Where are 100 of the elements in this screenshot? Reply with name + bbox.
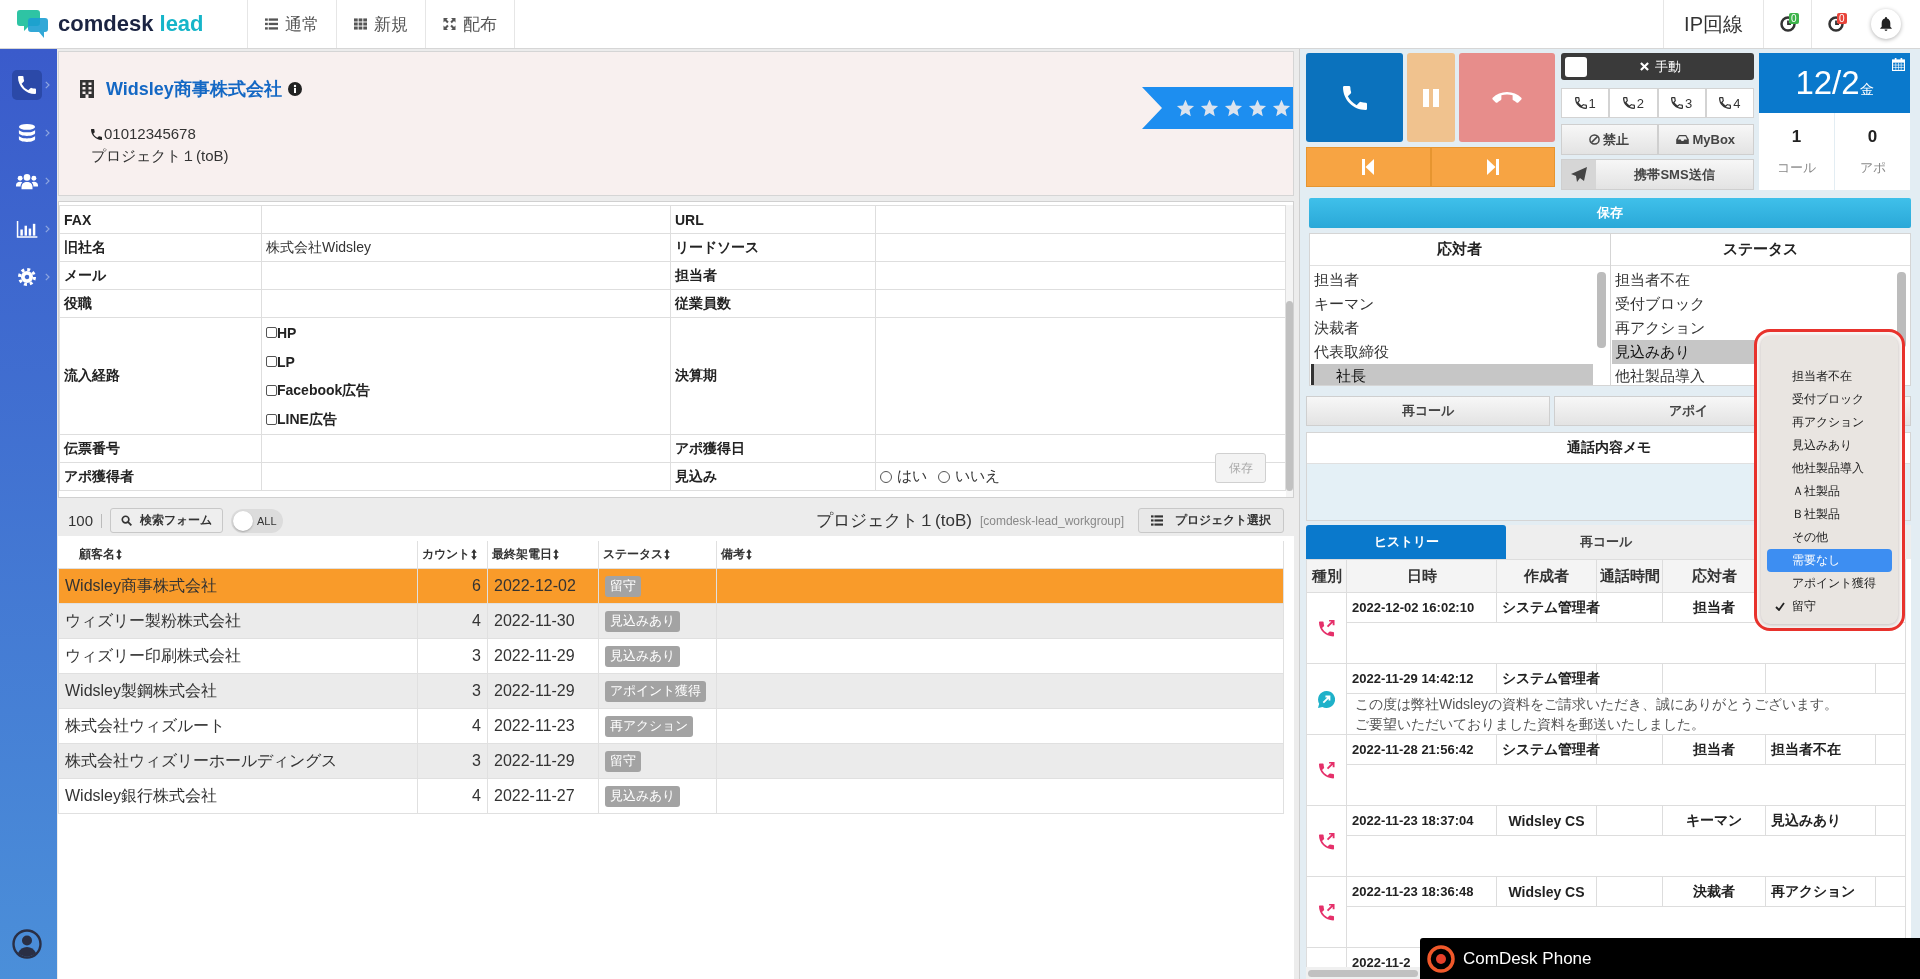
line-button[interactable]: 4 bbox=[1705, 88, 1754, 118]
user-avatar-icon[interactable] bbox=[12, 929, 42, 959]
mybox-button[interactable]: MyBox bbox=[1657, 124, 1754, 155]
list-option[interactable]: 担当者不在 bbox=[1611, 268, 1893, 292]
list-option[interactable]: 決裁者 bbox=[1311, 316, 1593, 340]
field-label: アポ獲得者 bbox=[59, 462, 262, 491]
bar-chart-icon bbox=[16, 220, 38, 238]
notification-button[interactable] bbox=[1871, 9, 1901, 39]
menu-item[interactable]: 見込みあり bbox=[1767, 434, 1892, 457]
status-badge: 留守 bbox=[605, 750, 641, 772]
project-title: プロジェクト１(toB) bbox=[816, 510, 972, 532]
action-button[interactable]: 再コール bbox=[1306, 396, 1550, 426]
table-cell: 株式会社ウィズリーホールディングス bbox=[58, 743, 418, 779]
table-cell: Widsley商事株式会社 bbox=[58, 568, 418, 604]
list-option[interactable]: キーマン bbox=[1311, 292, 1593, 316]
sort-icon[interactable] bbox=[553, 549, 559, 560]
block-button[interactable]: 禁止 bbox=[1561, 124, 1658, 155]
phone-widget-bar[interactable]: ComDesk Phone bbox=[1420, 938, 1920, 979]
sort-icon[interactable] bbox=[471, 549, 477, 560]
manual-toggle[interactable]: 手動 bbox=[1561, 53, 1754, 80]
ring-logo-icon bbox=[1427, 944, 1455, 973]
checkbox-label: LINE広告 bbox=[277, 410, 337, 429]
call-button[interactable] bbox=[1306, 53, 1403, 142]
column-header[interactable]: カウント bbox=[422, 546, 470, 563]
scrollbar[interactable] bbox=[1306, 967, 1420, 979]
radio-label: はい bbox=[897, 467, 927, 486]
sort-icon[interactable] bbox=[664, 549, 670, 560]
table-row[interactable]: Widsley銀行株式会社 4 2022-11-27 見込みあり bbox=[58, 778, 1284, 814]
scrollbar[interactable] bbox=[1286, 205, 1293, 497]
gear-icon bbox=[18, 268, 36, 286]
table-cell: ウィズリー印刷株式会社 bbox=[58, 638, 418, 674]
line-button[interactable]: 1 bbox=[1561, 88, 1610, 118]
sidebar-item[interactable] bbox=[12, 70, 42, 100]
list-option[interactable]: 代表取締役 bbox=[1311, 340, 1593, 364]
column-header[interactable]: 最終架電日 bbox=[492, 546, 552, 563]
radio-button[interactable] bbox=[880, 470, 892, 483]
count-badge: 0 bbox=[1789, 13, 1799, 24]
table-cell: 3 bbox=[417, 638, 488, 674]
project-select-button[interactable]: プロジェクト選択 bbox=[1138, 508, 1284, 533]
outgoing-call-icon bbox=[1318, 619, 1335, 637]
list-option[interactable]: 社長 bbox=[1311, 364, 1593, 385]
all-toggle[interactable]: ALL bbox=[231, 508, 284, 533]
table-row[interactable]: 株式会社ウィズリーホールディングス 3 2022-11-29 留守 bbox=[58, 743, 1284, 779]
table-cell: 2022-12-02 bbox=[487, 568, 599, 604]
company-name-link[interactable]: Widsley商事株式会社 bbox=[106, 77, 282, 101]
star-icon[interactable] bbox=[1176, 99, 1195, 117]
checkbox[interactable] bbox=[266, 356, 277, 367]
info-icon[interactable] bbox=[287, 82, 302, 96]
checkbox[interactable] bbox=[266, 414, 277, 425]
list-option[interactable]: 受付ブロック bbox=[1611, 292, 1893, 316]
nav-link[interactable]: 通常 bbox=[247, 0, 336, 48]
logo-icon bbox=[17, 10, 48, 38]
column-header[interactable]: 備考 bbox=[721, 546, 745, 563]
menu-item[interactable]: アポイント獲得 bbox=[1767, 572, 1892, 595]
menu-item[interactable]: 留守 bbox=[1767, 595, 1892, 618]
radio-label: いいえ bbox=[955, 467, 1000, 486]
table-row[interactable]: Widsley製鋼株式会社 3 2022-11-29 アポイント獲得 bbox=[58, 673, 1284, 709]
star-icon[interactable] bbox=[1224, 99, 1243, 117]
menu-item[interactable]: Ｂ社製品 bbox=[1767, 503, 1892, 526]
checkbox[interactable] bbox=[266, 385, 277, 396]
line-button[interactable]: 2 bbox=[1609, 88, 1658, 118]
memo-line: この度は弊社Widsleyの資料をご請求いただき、誠にありがとうございます。 bbox=[1355, 695, 1839, 714]
star-icon[interactable] bbox=[1248, 99, 1267, 117]
project-name: プロジェクト１(toB) bbox=[91, 146, 230, 166]
menu-item[interactable]: その他 bbox=[1767, 526, 1892, 549]
checkbox-label: HP bbox=[277, 324, 297, 341]
table-row[interactable]: ウィズリー印刷株式会社 3 2022-11-29 見込みあり bbox=[58, 638, 1284, 674]
table-row[interactable]: Widsley商事株式会社 6 2022-12-02 留守 bbox=[58, 568, 1284, 604]
table-cell: 3 bbox=[417, 743, 488, 779]
calendar-icon[interactable] bbox=[1892, 58, 1905, 71]
star-icon[interactable] bbox=[1200, 99, 1219, 117]
skip-forward-icon bbox=[1486, 159, 1499, 175]
radio-button[interactable] bbox=[938, 470, 950, 483]
search-icon bbox=[121, 515, 133, 526]
menu-item[interactable]: Ａ社製品 bbox=[1767, 480, 1892, 503]
phone-icon bbox=[1574, 97, 1587, 109]
menu-item[interactable]: 担当者不在 bbox=[1767, 365, 1892, 388]
pause-icon bbox=[1423, 88, 1439, 107]
list-icon bbox=[1151, 515, 1163, 526]
sort-icon[interactable] bbox=[115, 549, 122, 560]
checkbox[interactable] bbox=[266, 327, 277, 338]
nav-link[interactable]: 配布 bbox=[425, 0, 515, 48]
sort-icon[interactable] bbox=[746, 549, 752, 560]
table-row[interactable]: ウィズリー製粉株式会社 4 2022-11-30 見込みあり bbox=[58, 603, 1284, 639]
search-form-button[interactable]: 検索フォーム bbox=[110, 508, 224, 533]
star-icon[interactable] bbox=[1272, 99, 1291, 117]
field-label: URL bbox=[670, 205, 876, 234]
chevron-icon bbox=[45, 81, 50, 89]
tab[interactable]: ヒストリー bbox=[1306, 525, 1506, 559]
nav-link[interactable]: 新規 bbox=[336, 0, 425, 48]
list-option[interactable]: 担当者 bbox=[1311, 268, 1593, 292]
manual-label: 手動 bbox=[1655, 57, 1681, 76]
line-button[interactable]: 3 bbox=[1657, 88, 1706, 118]
chevron-icon bbox=[45, 129, 50, 137]
table-row[interactable]: 株式会社ウィズルート 4 2022-11-23 再アクション bbox=[58, 708, 1284, 744]
column-header[interactable]: ステータス bbox=[603, 546, 663, 563]
column-header[interactable]: 顧客名 bbox=[78, 546, 115, 563]
field-label: リードソース bbox=[670, 233, 876, 262]
star-rating[interactable] bbox=[1176, 99, 1291, 117]
sms-button[interactable]: 携帯SMS送信 bbox=[1561, 159, 1754, 190]
